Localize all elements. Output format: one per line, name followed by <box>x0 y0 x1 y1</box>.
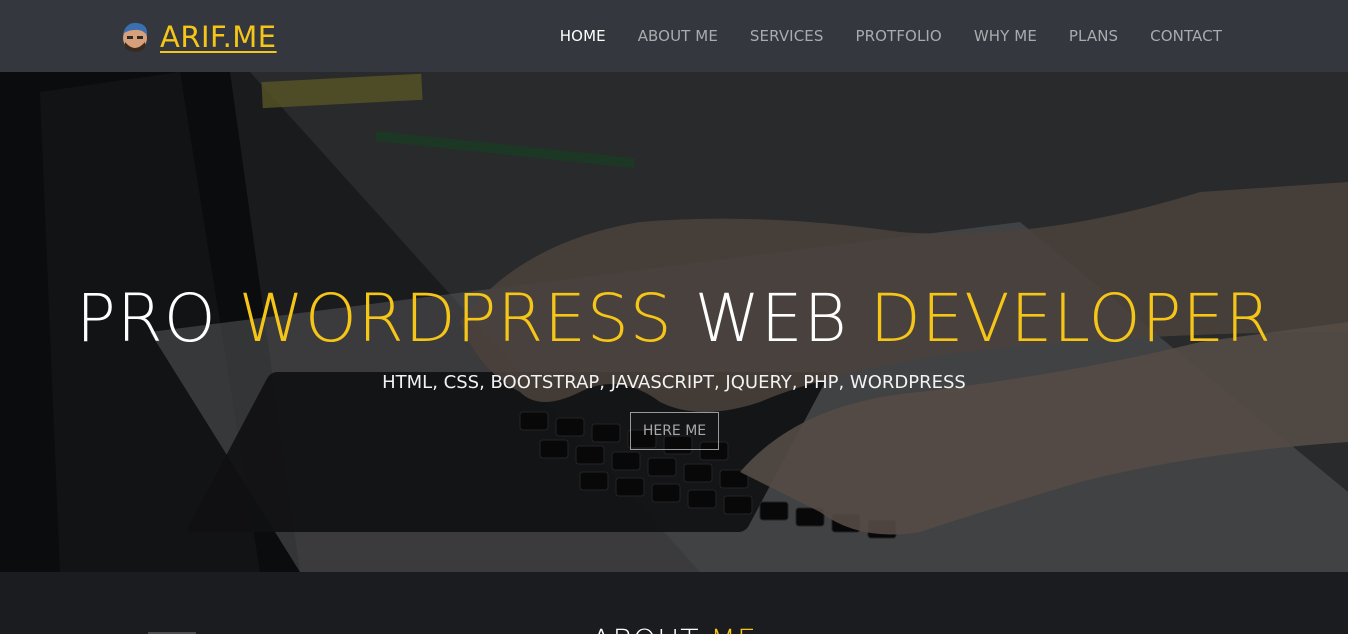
nav-item-contact[interactable]: CONTACT <box>1150 27 1222 45</box>
hero-subtitle: HTML, CSS, BOOTSTRAP, JAVASCRIPT, JQUERY… <box>382 372 966 393</box>
hero-title: PRO WORDPRESS WEB DEVELOPER <box>0 280 1348 357</box>
about-section: ABOUT ME <box>0 572 1348 634</box>
nav-item-about-me[interactable]: ABOUT ME <box>638 27 718 45</box>
hero-section: PRO WORDPRESS WEB DEVELOPER HTML, CSS, B… <box>0 72 1348 572</box>
nav-item-portfolio[interactable]: PROTFOLIO <box>855 27 941 45</box>
about-title-b: ME <box>710 624 757 634</box>
navbar: ARIF.ME HOME ABOUT ME SERVICES PROTFOLIO… <box>0 0 1348 72</box>
about-title-a: ABOUT <box>591 624 700 634</box>
here-me-button[interactable]: HERE ME <box>630 412 719 450</box>
nav-item-plans[interactable]: PLANS <box>1069 27 1118 45</box>
hero-title-part-2: WORDPRESS <box>238 280 673 357</box>
nav-item-why-me[interactable]: WHY ME <box>974 27 1037 45</box>
nav-item-services[interactable]: SERVICES <box>750 27 824 45</box>
brand-link[interactable]: ARIF.ME <box>118 18 277 56</box>
hero-title-part-4: DEVELOPER <box>869 280 1272 357</box>
avatar-icon <box>118 18 152 56</box>
hero-title-part-3: WEB <box>694 280 848 357</box>
main-nav: HOME ABOUT ME SERVICES PROTFOLIO WHY ME … <box>528 27 1222 45</box>
brand-text: ARIF.ME <box>160 20 277 54</box>
hero-title-part-1: PRO <box>76 280 217 357</box>
nav-item-home[interactable]: HOME <box>560 27 606 45</box>
about-title: ABOUT ME <box>0 624 1348 634</box>
